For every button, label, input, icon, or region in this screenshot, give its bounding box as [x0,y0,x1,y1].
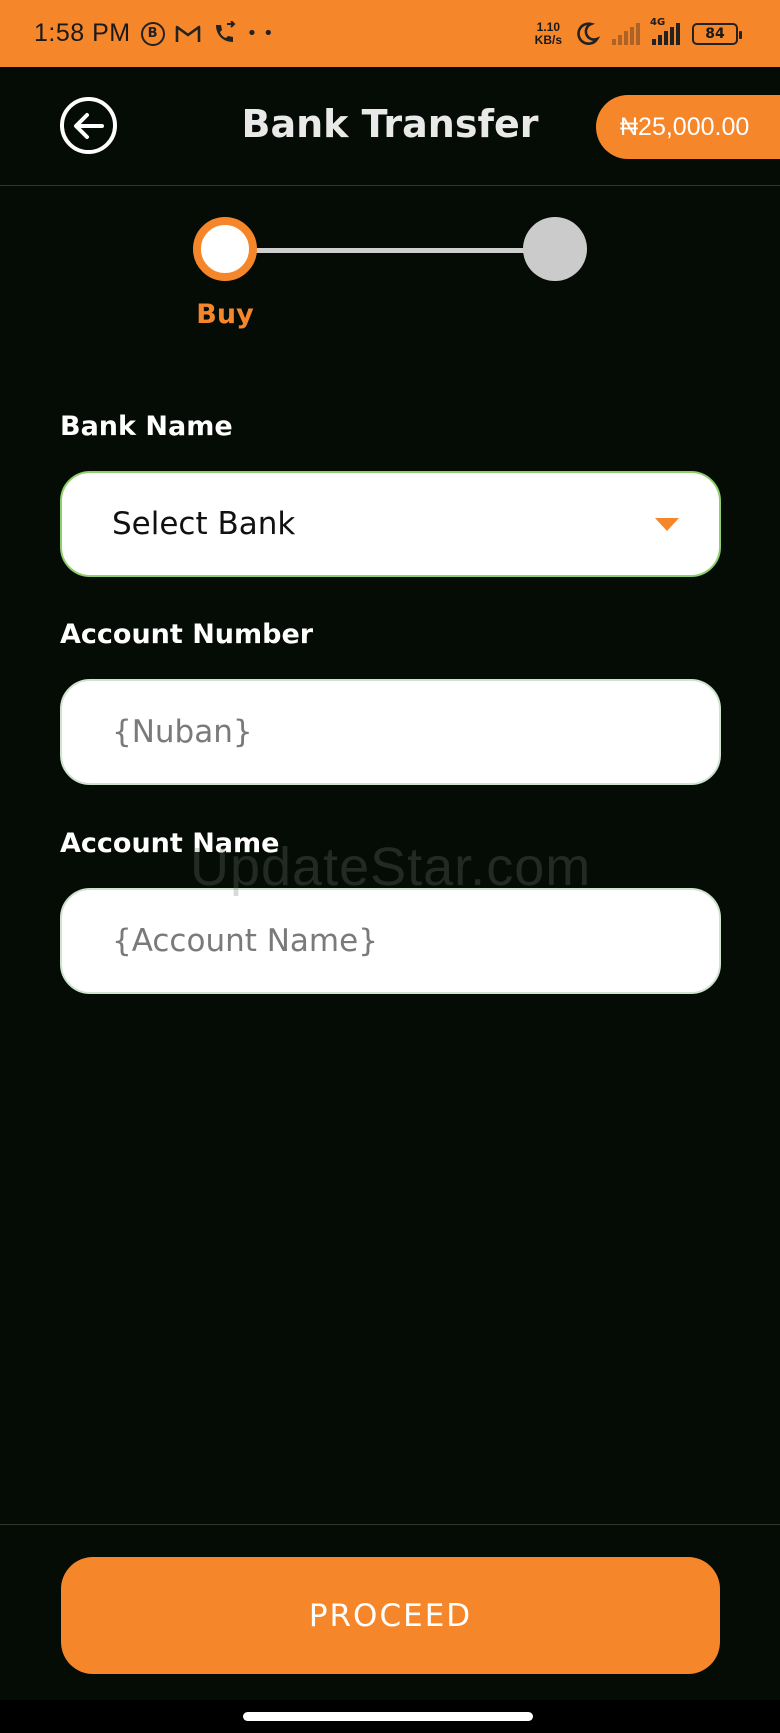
gmail-icon [175,24,201,44]
step-2-indicator [523,217,587,281]
progress-stepper: Buy [0,186,780,346]
more-notifications-icon: • • [246,23,274,44]
account-number-field[interactable] [60,679,721,785]
network-speed: 1.10 KB/s [534,19,562,47]
battery-icon: 84 [692,22,742,45]
balance-badge: ₦25,000.00 [596,95,780,159]
moon-icon [574,21,600,47]
bank-select-value: Select Bank [112,506,296,542]
account-number-label: Account Number [60,619,314,650]
step-connector [222,248,556,253]
signal-strength-icon-1 [612,22,640,45]
b-app-icon: B [140,21,165,46]
status-bar: 1:58 PM B • • 1.10 KB/s 4G 84 [0,0,780,67]
battery-level: 84 [705,25,725,42]
dropdown-caret-icon [655,517,679,531]
network-type-label: 4G [650,16,666,28]
proceed-button[interactable]: PROCEED [61,1557,720,1674]
account-name-field[interactable] [60,888,721,994]
network-speed-unit: KB/s [534,32,562,47]
account-number-input[interactable] [112,714,679,750]
network-speed-value: 1.10 [536,19,560,34]
bank-name-label: Bank Name [60,411,233,442]
bottom-divider [0,1524,780,1525]
step-1-label: Buy [196,299,254,330]
call-forward-icon [211,20,237,47]
status-time: 1:58 PM [34,19,131,47]
signal-strength-icon-2: 4G [650,17,680,45]
bank-select[interactable]: Select Bank [60,471,721,577]
app-header: Bank Transfer ₦25,000.00 [0,67,780,186]
status-right: 1.10 KB/s 4G 84 [534,0,742,67]
home-indicator[interactable] [243,1712,533,1721]
status-left: 1:58 PM B • • [34,0,274,67]
step-1-indicator [193,217,257,281]
account-name-label: Account Name [60,828,280,859]
account-name-input[interactable] [112,923,679,959]
